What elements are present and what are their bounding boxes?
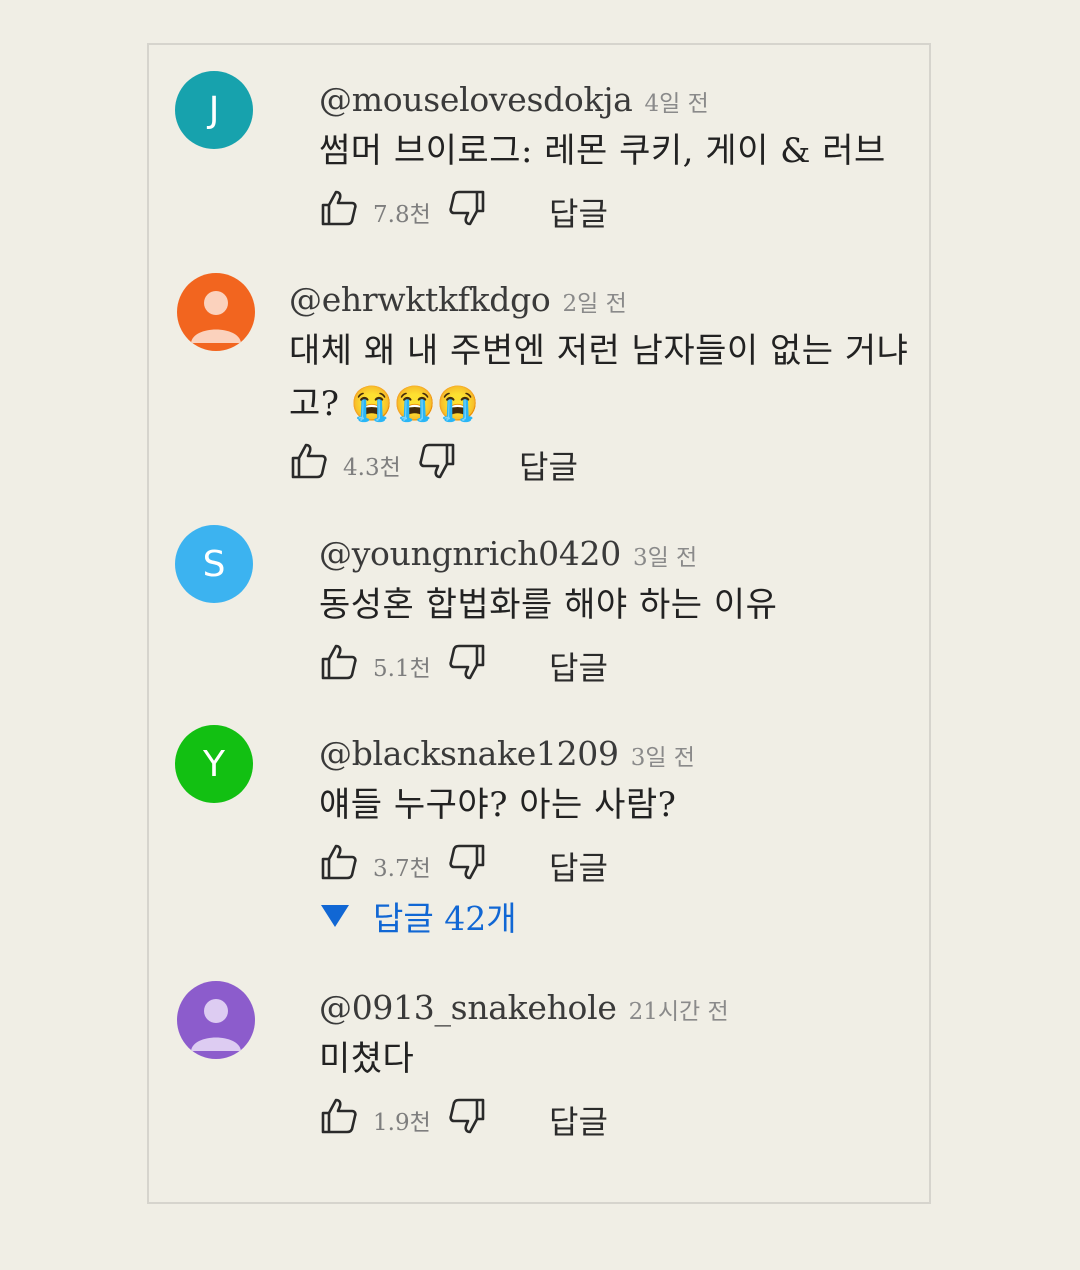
comment-actions: 1.9천 답글 [319, 1088, 909, 1144]
comment-body: @ehrwktkfkdgo 2일 전 대체 왜 내 주변엔 저런 남자들이 없는… [289, 273, 909, 489]
reply-button[interactable]: 답글 [549, 181, 608, 235]
comment-header: @blacksnake1209 3일 전 [319, 727, 909, 779]
thumbs-up-icon[interactable] [319, 1096, 359, 1136]
reply-button[interactable]: 답글 [549, 1089, 608, 1143]
view-replies-button[interactable]: 답글 42개 [319, 890, 909, 942]
comment-author[interactable]: @blacksnake1209 [319, 734, 619, 773]
avatar[interactable]: S [175, 525, 253, 603]
comment-body: @blacksnake1209 3일 전 얘들 누구야? 아는 사람? 3.7천… [319, 727, 909, 942]
comment-time: 2일 전 [562, 291, 627, 317]
comment-actions: 5.1천 답글 [319, 634, 909, 690]
like-count: 7.8천 [373, 202, 431, 228]
comment-header: @0913_snakehole 21시간 전 [319, 981, 909, 1033]
avatar-letter: J [208, 89, 220, 131]
like-count: 5.1천 [373, 656, 431, 682]
comment-text: 미쳤다 [319, 1039, 415, 1079]
thumbs-up-icon[interactable] [319, 188, 359, 228]
comment-author[interactable]: @mouselovesdokja [319, 80, 633, 119]
comment-actions: 3.7천 답글 [319, 834, 909, 890]
thumbs-up-icon[interactable] [319, 842, 359, 882]
avatar[interactable] [177, 981, 255, 1059]
avatar-letter: Y [203, 743, 225, 785]
like-count: 1.9천 [373, 1110, 431, 1136]
view-replies-label: 답글 42개 [373, 899, 517, 938]
avatar-letter: S [202, 543, 226, 585]
comment-header: @mouselovesdokja 4일 전 [319, 73, 909, 125]
comment-text: 대체 왜 내 주변엔 저런 남자들이 없는 거냐고? 😭😭😭 [289, 331, 909, 424]
comment-time: 4일 전 [644, 91, 709, 117]
comment-text: 얘들 누구야? 아는 사람? [319, 785, 677, 825]
thumbs-down-icon[interactable] [417, 441, 457, 481]
comment-author[interactable]: @youngnrich0420 [319, 534, 621, 573]
person-icon [191, 999, 241, 1051]
comment-text: 동성혼 합법화를 해야 하는 이유 [319, 585, 778, 625]
like-count: 3.7천 [373, 856, 431, 882]
comments-panel: J @mouselovesdokja 4일 전 썸머 브이로그: 레몬 쿠키, … [147, 43, 931, 1204]
person-icon [191, 291, 241, 343]
comment-text: 썸머 브이로그: 레몬 쿠키, 게이 & 러브 [319, 131, 886, 171]
comment-time: 3일 전 [630, 745, 695, 771]
thumbs-down-icon[interactable] [447, 842, 487, 882]
comment-header: @youngnrich0420 3일 전 [319, 527, 909, 579]
comment-author[interactable]: @ehrwktkfkdgo [289, 280, 551, 319]
comment-author[interactable]: @0913_snakehole [319, 988, 617, 1027]
avatar[interactable] [177, 273, 255, 351]
thumbs-up-icon[interactable] [319, 642, 359, 682]
thumbs-down-icon[interactable] [447, 188, 487, 228]
triangle-down-icon [321, 905, 349, 927]
comment-header: @ehrwktkfkdgo 2일 전 [289, 273, 909, 325]
comment-body: @youngnrich0420 3일 전 동성혼 합법화를 해야 하는 이유 5… [319, 527, 909, 690]
thumbs-up-icon[interactable] [289, 441, 329, 481]
avatar[interactable]: J [175, 71, 253, 149]
comment-time: 3일 전 [632, 545, 698, 571]
avatar[interactable]: Y [175, 725, 253, 803]
reply-button[interactable]: 답글 [549, 635, 608, 689]
comment-body: @0913_snakehole 21시간 전 미쳤다 1.9천 답글 [319, 981, 909, 1144]
thumbs-down-icon[interactable] [447, 1096, 487, 1136]
reply-button[interactable]: 답글 [549, 835, 608, 889]
thumbs-down-icon[interactable] [447, 642, 487, 682]
reply-button[interactable]: 답글 [519, 434, 578, 488]
like-count: 4.3천 [343, 455, 401, 481]
comment-time: 21시간 전 [628, 999, 729, 1025]
comment-body: @mouselovesdokja 4일 전 썸머 브이로그: 레몬 쿠키, 게이… [319, 73, 909, 236]
comment-actions: 7.8천 답글 [319, 180, 909, 236]
comment-actions: 4.3천 답글 [289, 433, 909, 489]
